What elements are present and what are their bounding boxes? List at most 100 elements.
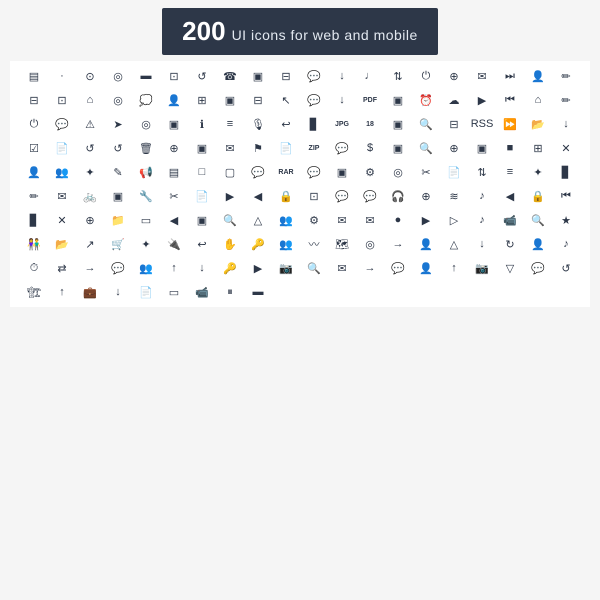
square-icon[interactable]: ■ [497,137,523,159]
arrow4-icon[interactable]: → [357,257,383,279]
people4-icon[interactable]: 👤 [413,233,439,255]
forward-icon[interactable]: ⏩ [497,113,523,135]
folder3-icon[interactable]: 📂 [49,233,75,255]
pause-icon[interactable]: ⏸ [217,281,243,303]
play3-icon[interactable]: ▷ [441,209,467,231]
search-icon[interactable]: 🔍 [413,113,439,135]
circle-target-icon[interactable]: ◎ [105,89,131,111]
buildings-icon[interactable]: ⊞ [189,89,215,111]
video3-icon[interactable]: 📹 [189,281,215,303]
bar2-icon[interactable]: ▊ [21,209,47,231]
refresh-icon[interactable]: ↺ [189,65,215,87]
arrow5-icon[interactable]: ↑ [49,281,75,303]
pdf-icon[interactable]: PDF [357,89,383,111]
download-icon[interactable]: ↓ [329,65,355,87]
email-icon[interactable]: ✉ [217,137,243,159]
info-icon[interactable]: ℹ [189,113,215,135]
settings2-icon[interactable]: ⚙ [301,209,327,231]
scissors-icon[interactable]: ✂ [413,161,439,183]
battery-icon[interactable]: ▬ [133,65,159,87]
jpeg-label[interactable]: JPG [329,113,355,135]
sort-icon[interactable]: ⇅ [469,161,495,183]
headphones-icon[interactable]: 🎧 [385,185,411,207]
screen-icon[interactable]: ▣ [469,137,495,159]
align-icon[interactable]: ≡ [217,113,243,135]
mail-icon[interactable]: ✉ [469,65,495,87]
people5-icon[interactable]: 👥 [133,257,159,279]
zip-label[interactable]: ZIP [301,137,327,159]
chat4-icon[interactable]: 💬 [301,161,327,183]
camera2-icon[interactable]: 📷 [469,257,495,279]
display-icon[interactable]: ▣ [385,113,411,135]
rewind2-icon[interactable]: ◀ [497,185,523,207]
save-icon[interactable]: ↓ [553,113,579,135]
checkbox-icon[interactable]: ☑ [21,137,47,159]
mail3-icon[interactable]: ✉ [329,209,355,231]
skip-icon[interactable]: ⏭ [497,65,523,87]
laptop2-icon[interactable]: ▣ [385,137,411,159]
doc3-icon[interactable]: 📄 [133,281,159,303]
person-icon[interactable]: 👤 [161,89,187,111]
cursor-icon[interactable]: ↖ [273,89,299,111]
comment-icon[interactable]: 💬 [301,89,327,111]
clock-icon[interactable]: ⏰ [413,89,439,111]
refresh5-icon[interactable]: ↺ [553,257,579,279]
video-icon[interactable]: ▶ [469,89,495,111]
play-icon[interactable]: ▶ [217,185,243,207]
people3-icon[interactable]: 👥 [273,233,299,255]
arrow-up-icon[interactable]: ↗ [77,233,103,255]
chat6-icon[interactable]: 💬 [357,185,383,207]
circle3-icon[interactable]: ⊕ [413,185,439,207]
prev2-icon[interactable]: ⏮ [553,185,579,207]
bar-chart-icon[interactable]: ▤ [21,65,47,87]
globe-icon[interactable]: ⊕ [441,65,467,87]
refresh3-icon[interactable]: ↺ [105,137,131,159]
chart-icon[interactable]: ▊ [553,161,579,183]
user-icon[interactable]: 👤 [525,65,551,87]
dollar-icon[interactable]: $ [357,137,383,159]
edit-icon[interactable]: ✏ [553,65,579,87]
refresh4-icon[interactable]: ↻ [497,233,523,255]
arrows2-icon[interactable]: ⇄ [49,257,75,279]
list-icon[interactable]: ≡ [497,161,523,183]
star-icon[interactable]: ★ [553,209,579,231]
switch-icon[interactable]: ⏻ [21,113,47,135]
people6-icon[interactable]: 👤 [413,257,439,279]
megaphone-icon[interactable]: 📢 [133,161,159,183]
number18-icon[interactable]: 18 [357,113,383,135]
building-icon[interactable]: 🏗 [21,281,47,303]
map-pin-icon[interactable]: ◎ [133,113,159,135]
search2-icon[interactable]: 🔍 [217,209,243,231]
chat2-icon[interactable]: 💬 [49,113,75,135]
rewind-icon[interactable]: ◀ [245,185,271,207]
chat8-icon[interactable]: 💬 [385,257,411,279]
add-circle-icon[interactable]: ⊕ [161,137,187,159]
search3-icon[interactable]: 🔍 [525,209,551,231]
wave-icon[interactable]: 〰 [301,233,327,255]
download3-icon[interactable]: ↓ [105,281,131,303]
chat5-icon[interactable]: 💬 [329,185,355,207]
circle4-icon[interactable]: ● [385,209,411,231]
print-icon[interactable]: ▣ [217,89,243,111]
note-icon[interactable]: ✎ [105,161,131,183]
link2-icon[interactable]: ⊟ [441,113,467,135]
sound2-icon[interactable]: ♪ [553,233,579,255]
bullet-icon[interactable]: · [49,65,75,87]
wifi-icon[interactable]: ≋ [441,185,467,207]
flag-icon[interactable]: ⚑ [245,137,271,159]
upload-down-icon[interactable]: ↓ [329,89,355,111]
prev-icon[interactable]: ⏮ [497,89,523,111]
chat7-icon[interactable]: 💬 [105,257,131,279]
map-icon[interactable]: 🗺 [329,233,355,255]
warning-icon[interactable]: ⚠ [77,113,103,135]
down-icon[interactable]: ↓ [469,233,495,255]
chat-icon[interactable]: 💬 [301,65,327,87]
plug-icon[interactable]: 🔌 [161,233,187,255]
play2-icon[interactable]: ▶ [413,209,439,231]
document-icon[interactable]: ⊙ [77,65,103,87]
chat9-icon[interactable]: 💬 [525,257,551,279]
cut-icon[interactable]: ✂ [161,185,187,207]
signal-icon[interactable]: ▊ [301,113,327,135]
monitor-icon[interactable]: ⊟ [273,65,299,87]
rect2-icon[interactable]: ▭ [161,281,187,303]
